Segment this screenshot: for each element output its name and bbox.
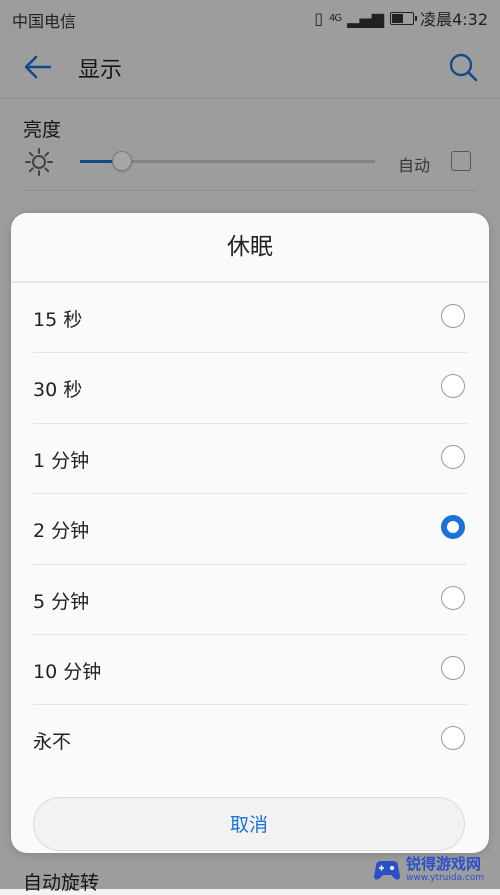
sleep-option[interactable]: 2 分钟 bbox=[11, 494, 489, 565]
watermark-url: www.ytruida.com bbox=[406, 873, 485, 883]
option-label: 30 秒 bbox=[33, 379, 83, 402]
sleep-option[interactable]: 10 分钟 bbox=[11, 635, 489, 706]
radio-button[interactable] bbox=[441, 655, 465, 680]
cancel-button[interactable]: 取消 bbox=[33, 797, 465, 851]
sleep-options: 15 秒 30 秒 1 分钟 2 分钟 5 分钟 10 分钟永不 bbox=[11, 283, 489, 776]
sleep-option[interactable]: 15 秒 bbox=[11, 283, 489, 354]
radio-button[interactable] bbox=[441, 304, 465, 328]
sleep-option[interactable]: 永不 bbox=[11, 705, 489, 775]
radio-button[interactable] bbox=[441, 585, 465, 610]
watermark: 锐得游戏网 www.ytruida.com bbox=[372, 852, 498, 888]
option-label: 2 分钟 bbox=[33, 520, 90, 543]
radio-button[interactable] bbox=[441, 515, 465, 540]
radio-button[interactable] bbox=[441, 726, 465, 751]
option-label: 1 分钟 bbox=[33, 449, 90, 472]
option-label: 10 分钟 bbox=[33, 660, 102, 683]
radio-button[interactable] bbox=[441, 444, 465, 469]
option-label: 永不 bbox=[33, 731, 72, 754]
sleep-option[interactable]: 1 分钟 bbox=[11, 424, 489, 495]
radio-button[interactable] bbox=[441, 374, 465, 399]
gamepad-logo-icon bbox=[374, 861, 400, 880]
option-label: 15 秒 bbox=[33, 309, 83, 331]
dialog-title: 休眠 bbox=[227, 234, 273, 260]
watermark-name: 锐得游戏网 bbox=[406, 855, 482, 873]
sleep-option[interactable]: 30 秒 bbox=[11, 353, 489, 424]
option-label: 5 分钟 bbox=[33, 590, 90, 613]
sleep-option[interactable]: 5 分钟 bbox=[11, 565, 489, 635]
sleep-dialog: 休眠 15 秒 30 秒 1 分钟 2 分钟 5 分钟 10 分钟永不 取消 bbox=[11, 213, 489, 853]
